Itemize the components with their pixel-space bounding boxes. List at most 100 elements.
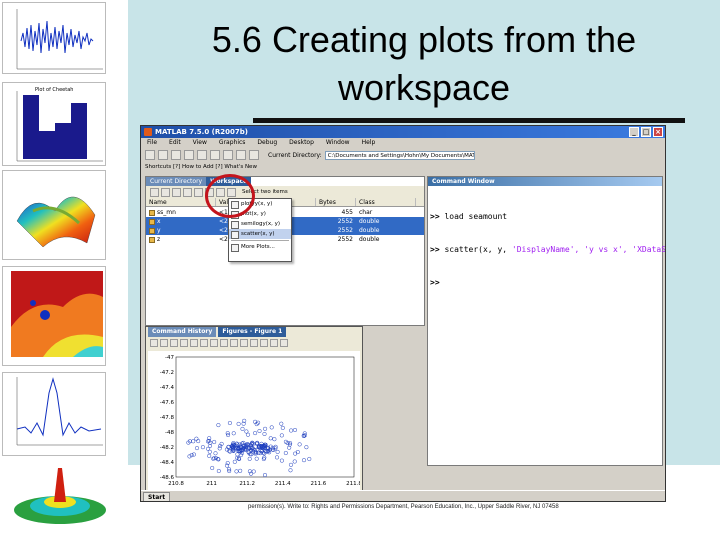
tab-command-history[interactable]: Command History (148, 327, 217, 337)
slide-title-line2: workspace (337, 67, 511, 108)
bar-plot-graphic: Plot of Cheetah (16, 87, 103, 162)
open-icon[interactable] (160, 339, 168, 347)
matlab-logo-icon (144, 128, 152, 136)
data-cursor-icon[interactable] (240, 339, 248, 347)
save-icon[interactable] (183, 187, 192, 197)
tab-current-directory[interactable]: Current Directory (146, 177, 207, 186)
matlab-window-title: MATLAB 7.5.0 (R2007b) (155, 128, 248, 136)
tab-figure-1[interactable]: Figures - Figure 1 (218, 327, 287, 337)
prompt: >> (430, 212, 440, 221)
shortcuts-bar[interactable]: Shortcuts [?] How to Add [?] What's New (141, 162, 665, 172)
menu-graphics[interactable]: Graphics (219, 138, 246, 148)
figure-titlebar: Command History Figures - Figure 1 (146, 327, 362, 337)
status-bar: Start (141, 490, 665, 501)
command-window[interactable]: Command Window >> load seamount >> scatt… (427, 176, 666, 466)
current-directory-label: Current Directory: (268, 151, 322, 159)
x-tick-label: 211.2 (239, 481, 255, 487)
thumb-bar-title: Plot of Cheetah (35, 87, 73, 93)
var-bytes: 2552 (337, 218, 353, 225)
command-string: 'DisplayName', 'y vs x', 'XDataSource' (511, 245, 666, 254)
matlab-window: MATLAB 7.5.0 (R2007b) _ □ × File Edit Vi… (140, 125, 666, 502)
y-tick-label: -48 (165, 430, 174, 436)
start-button[interactable]: Start (143, 492, 171, 501)
new-variable-icon[interactable] (150, 187, 159, 197)
slide-title-line1: 5.6 Creating plots from the (211, 19, 637, 60)
var-name: y (157, 227, 161, 234)
surface-plot-graphic (16, 196, 96, 248)
menu-desktop[interactable]: Desktop (289, 138, 314, 148)
var-class: double (359, 227, 380, 234)
y-tick-label: -47.4 (160, 385, 175, 391)
col-class[interactable]: Class (356, 198, 416, 206)
menu-bar: File Edit View Graphics Debug Desktop Wi… (141, 138, 665, 148)
pointer-icon[interactable] (190, 339, 198, 347)
scatter-plot: -47-47.2-47.4-47.6-47.8-48-48.2-48.4-48.… (160, 355, 363, 487)
x-tick-label: 211 (206, 481, 217, 487)
menu-debug[interactable]: Debug (257, 138, 277, 148)
menu-edit[interactable]: Edit (169, 138, 181, 148)
noise-plot-graphic (16, 9, 103, 70)
command-text: scatter(x, y, (439, 245, 512, 254)
menu-file[interactable]: File (147, 138, 157, 148)
legend-icon[interactable] (280, 339, 288, 347)
menu-item-scatter[interactable]: scatter(x, y) (229, 229, 291, 239)
menu-separator (231, 240, 289, 241)
var-class: double (359, 236, 380, 243)
save-icon[interactable] (170, 339, 178, 347)
print-icon[interactable] (180, 339, 188, 347)
pan-icon[interactable] (220, 339, 228, 347)
thumbnail-sinc-plot (2, 372, 106, 456)
prompt: >> (430, 278, 440, 287)
thumbnail-surface-plot (2, 170, 106, 260)
new-figure-icon[interactable] (150, 339, 158, 347)
x-tick-label: 211.6 (311, 481, 327, 487)
redo-icon[interactable] (223, 150, 233, 160)
sinc-plot-graphic (16, 377, 103, 446)
open-file-icon[interactable] (158, 150, 168, 160)
y-tick-label: -47.6 (160, 400, 175, 406)
x-tick-label: 210.8 (168, 481, 184, 487)
undo-icon[interactable] (210, 150, 220, 160)
variable-icon (149, 209, 155, 216)
maximize-icon[interactable]: □ (641, 127, 651, 137)
plot-area[interactable]: -47 -47.2 -47.4 -47.6 -47.8 -48 -48.2 -48.4 -48.… (148, 351, 363, 495)
copy-icon[interactable] (184, 150, 194, 160)
y-tick-label: -48.4 (160, 460, 175, 466)
menu-view[interactable]: View (193, 138, 207, 148)
menu-item-more-plots[interactable]: More Plots... (229, 242, 291, 252)
y-tick-label: -47.2 (160, 370, 174, 376)
thumbnail-3d-peak (10, 462, 110, 528)
command-window-body[interactable]: >> load seamount >> scatter(x, y, 'Displ… (430, 189, 666, 310)
link-icon[interactable] (260, 339, 268, 347)
menu-help[interactable]: Help (362, 138, 376, 148)
prompt: >> (430, 245, 440, 254)
variable-icon (149, 236, 155, 243)
menu-item-semilogy[interactable]: semilogy(x, y) (229, 219, 291, 229)
current-directory-input[interactable]: C:\Documents and Settings\Hohn\My Docume… (324, 150, 475, 160)
command-line-2: >> scatter(x, y, 'DisplayName', 'y vs x'… (430, 244, 666, 255)
print-icon[interactable] (194, 187, 203, 197)
paste-icon[interactable] (197, 150, 207, 160)
close-icon[interactable]: × (653, 127, 663, 137)
peak-graphic (14, 468, 106, 524)
command-text: load seamount (439, 212, 508, 221)
matlab-titlebar: MATLAB 7.5.0 (R2007b) _ □ × (141, 126, 665, 138)
col-bytes[interactable]: Bytes (316, 198, 356, 206)
help-icon[interactable] (249, 150, 259, 160)
cut-icon[interactable] (171, 150, 181, 160)
new-file-icon[interactable] (145, 150, 155, 160)
zoom-in-icon[interactable] (200, 339, 208, 347)
simulink-icon[interactable] (236, 150, 246, 160)
zoom-out-icon[interactable] (210, 339, 218, 347)
command-line-1: >> load seamount (430, 211, 665, 222)
rotate-icon[interactable] (230, 339, 238, 347)
import-data-icon[interactable] (172, 187, 181, 197)
menu-window[interactable]: Window (326, 138, 350, 148)
var-bytes: 455 (341, 209, 353, 216)
variable-icon (149, 227, 155, 234)
minimize-icon[interactable]: _ (629, 127, 639, 137)
brush-icon[interactable] (250, 339, 258, 347)
open-variable-icon[interactable] (161, 187, 170, 197)
y-tick-label: -48.2 (160, 445, 174, 451)
colorbar-icon[interactable] (270, 339, 278, 347)
